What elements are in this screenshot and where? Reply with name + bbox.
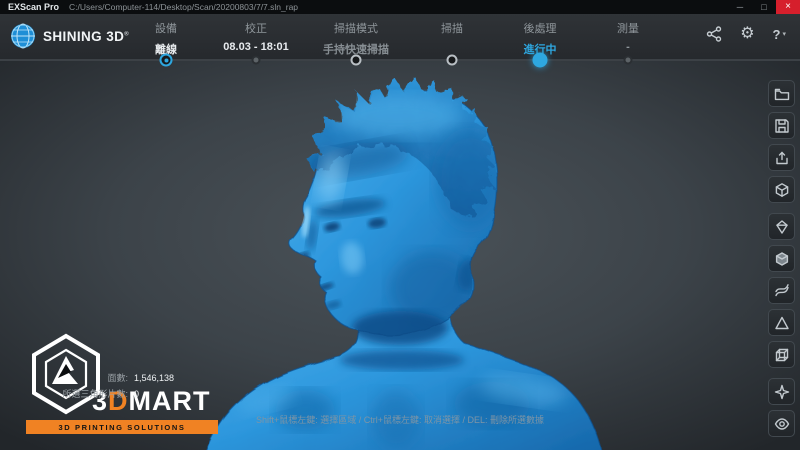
file-tool-group	[768, 80, 795, 203]
chevron-down-icon: ▾	[782, 30, 786, 38]
folder-icon	[774, 86, 790, 102]
window-controls: ─ □ ×	[728, 0, 800, 14]
shining3d-globe-icon	[10, 23, 36, 49]
gem-icon	[774, 219, 790, 235]
brightness-button[interactable]	[768, 378, 795, 405]
open-project-button[interactable]	[768, 80, 795, 107]
cube-icon	[774, 182, 790, 198]
header-bar: SHINING 3D® 設備 離線 校正 08.03 - 18:01 掃描模式 …	[0, 14, 800, 60]
step-value: -	[553, 41, 703, 53]
step-label: 測量	[553, 20, 703, 36]
titlebar: EXScan Pro C:/Users/Computer-114/Desktop…	[0, 0, 800, 14]
share-icon[interactable]	[706, 26, 722, 42]
refine-mesh-button[interactable]	[768, 213, 795, 240]
sparkle-icon	[774, 384, 790, 400]
faces-label: 面數:	[36, 371, 128, 384]
upload-icon	[774, 150, 790, 166]
solid-cube-icon	[774, 251, 790, 267]
help-glyph: ?	[773, 27, 781, 42]
app-title: EXScan Pro	[8, 2, 59, 12]
node-measure[interactable]	[624, 56, 633, 65]
wireframe-view-button[interactable]	[768, 341, 795, 368]
visibility-button[interactable]	[768, 410, 795, 437]
maximize-button[interactable]: □	[752, 0, 776, 14]
workflow-track	[0, 59, 800, 61]
export-model-button[interactable]	[768, 144, 795, 171]
open-file-path: C:/Users/Computer-114/Desktop/Scan/20200…	[69, 2, 298, 12]
node-device[interactable]	[160, 54, 173, 67]
help-icon[interactable]: ? ▾	[773, 27, 786, 42]
close-button[interactable]: ×	[776, 0, 800, 14]
mesh-stats: 面數: 1,546,138 所選三角形片數: 0	[36, 368, 174, 400]
wireframe-cube-icon	[774, 347, 790, 363]
save-file-button[interactable]	[768, 112, 795, 139]
faces-value: 1,546,138	[134, 373, 174, 383]
simplify-triangle-button[interactable]	[768, 309, 795, 336]
eye-icon	[774, 416, 790, 432]
side-toolbar	[768, 80, 795, 437]
faces-stat: 面數: 1,546,138	[36, 371, 174, 384]
exscan-pro-window: EXScan Pro C:/Users/Computer-114/Desktop…	[0, 0, 800, 450]
node-scan-mode[interactable]	[351, 55, 362, 66]
edit-tool-group	[768, 213, 795, 368]
3dmart-tagline: 3D PRINTING SOLUTIONS	[26, 420, 218, 434]
node-postprocess[interactable]	[533, 53, 548, 68]
step-measure[interactable]: 測量 -	[553, 20, 703, 53]
selected-value: 0	[134, 389, 139, 399]
model-view-button[interactable]	[768, 176, 795, 203]
mouse-hint-text: Shift+鼠標左鍵: 選擇區域 / Ctrl+鼠標左鍵: 取消選擇 / DEL…	[256, 413, 544, 426]
selected-stat: 所選三角形片數: 0	[36, 387, 174, 400]
node-calibration[interactable]	[252, 56, 261, 65]
solid-cube-button[interactable]	[768, 245, 795, 272]
save-icon	[774, 118, 790, 134]
gear-icon[interactable]: ⚙	[740, 26, 754, 42]
surface-fit-button[interactable]	[768, 277, 795, 304]
triangle-icon	[774, 315, 790, 331]
view-tool-group	[768, 378, 795, 437]
selected-label: 所選三角形片數:	[36, 387, 128, 400]
surface-icon	[774, 283, 790, 299]
minimize-button[interactable]: ─	[728, 0, 752, 14]
node-scan[interactable]	[447, 55, 458, 66]
